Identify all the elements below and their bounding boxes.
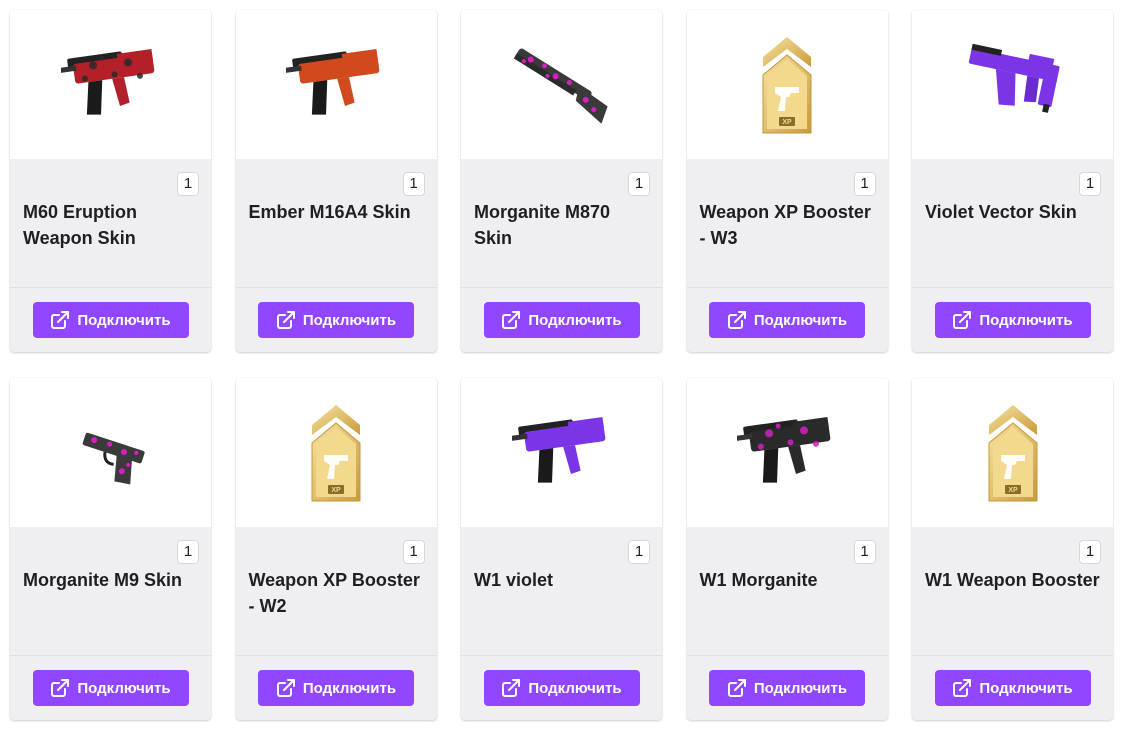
card-body: 1 M60 Eruption Weapon Skin: [10, 159, 211, 288]
card-body: 1 Morganite M9 Skin: [10, 527, 211, 656]
card-footer: Подключить: [10, 656, 211, 720]
drop-card: 1 M60 Eruption Weapon Skin Подключить: [10, 10, 211, 352]
xp-booster-badge-image: XP: [235, 378, 437, 527]
card-footer: Подключить: [236, 288, 437, 352]
quantity-badge: 1: [628, 172, 650, 196]
connect-button[interactable]: Подключить: [483, 670, 640, 706]
connect-button-label: Подключить: [979, 311, 1073, 329]
connect-button[interactable]: Подключить: [32, 670, 189, 706]
connect-button[interactable]: Подключить: [709, 302, 865, 338]
card-footer: Подключить: [461, 288, 662, 352]
item-title: W1 Morganite: [699, 570, 818, 590]
card-footer: Подключить: [912, 656, 1113, 720]
connect-button[interactable]: Подключить: [934, 670, 1091, 706]
xp-booster-badge-image: XP: [686, 10, 888, 159]
external-link-icon: [276, 310, 296, 330]
card-body: 1 Morganite M870 Skin: [461, 159, 662, 288]
svg-text:XP: XP: [1008, 487, 1018, 494]
card-body: 1 Weapon XP Booster - W3: [686, 159, 888, 288]
card-footer: Подключить: [236, 656, 437, 720]
external-link-icon: [501, 310, 521, 330]
quantity-badge: 1: [402, 172, 425, 196]
item-title: W1 Weapon Booster: [925, 570, 1100, 590]
card-body: 1 Ember M16A4 Skin: [235, 159, 437, 288]
svg-text:XP: XP: [331, 487, 341, 494]
rifle-violet-image: [461, 378, 662, 527]
xp-booster-badge-image: XP: [912, 378, 1113, 527]
card-footer: Подключить: [687, 288, 888, 352]
external-link-icon: [727, 310, 747, 330]
connect-button[interactable]: Подключить: [934, 302, 1091, 338]
item-title: Morganite M9 Skin: [23, 570, 183, 590]
item-title: Morganite M870 Skin: [474, 202, 611, 248]
quantity-badge: 1: [1079, 540, 1101, 564]
card-body: 1 Weapon XP Booster - W2: [235, 527, 437, 656]
rifle-orange-image: [235, 10, 437, 159]
shotgun-pink-camo-image: [461, 10, 662, 159]
drop-card: 1 W1 Morganite Подключить: [686, 378, 888, 720]
card-body: 1 W1 Morganite: [686, 527, 888, 656]
quantity-badge: 1: [402, 540, 425, 564]
drop-card: 1 Morganite M9 Skin Подключить: [10, 378, 211, 720]
card-footer: Подключить: [461, 656, 662, 720]
connect-button-label: Подключить: [528, 311, 622, 329]
quantity-badge: 1: [853, 540, 876, 564]
quantity-badge: 1: [628, 540, 650, 564]
rifle-pink-camo-image: [686, 378, 888, 527]
card-footer: Подключить: [687, 656, 888, 720]
drop-card: 1 Morganite M870 Skin Подключить: [461, 10, 662, 352]
external-link-icon: [727, 678, 747, 698]
external-link-icon: [952, 310, 972, 330]
connect-button-label: Подключить: [77, 679, 171, 697]
item-title: M60 Eruption Weapon Skin: [23, 202, 138, 248]
connect-button-label: Подключить: [753, 311, 848, 329]
item-title: W1 violet: [474, 570, 554, 590]
drop-card: XP 1 W1 Weapon Booster Подключить: [912, 378, 1113, 720]
connect-button-label: Подключить: [753, 679, 848, 697]
svg-text:XP: XP: [782, 119, 792, 126]
item-title: Violet Vector Skin: [925, 202, 1077, 222]
connect-button[interactable]: Подключить: [709, 670, 865, 706]
drop-card: XP 1 Weapon XP Booster - W3 Подключить: [686, 10, 888, 352]
external-link-icon: [952, 678, 972, 698]
connect-button-label: Подключить: [528, 679, 622, 697]
connect-button-label: Подключить: [302, 679, 397, 697]
external-link-icon: [50, 310, 70, 330]
rifle-red-camo-image: [10, 10, 211, 159]
pistol-pink-camo-image: [10, 378, 211, 527]
connect-button[interactable]: Подключить: [32, 302, 189, 338]
connect-button-label: Подключить: [302, 311, 397, 329]
connect-button[interactable]: Подключить: [483, 302, 640, 338]
drops-grid: 1 M60 Eruption Weapon Skin Подключить 1 …: [10, 10, 1113, 720]
card-footer: Подключить: [10, 288, 211, 352]
item-title: Ember M16A4 Skin: [248, 202, 411, 222]
connect-button-label: Подключить: [979, 679, 1073, 697]
connect-button[interactable]: Подключить: [258, 302, 414, 338]
drop-card: 1 Violet Vector Skin Подключить: [912, 10, 1113, 352]
drop-card: 1 Ember M16A4 Skin Подключить: [235, 10, 437, 352]
quantity-badge: 1: [1079, 172, 1101, 196]
quantity-badge: 1: [177, 172, 199, 196]
card-body: 1 W1 Weapon Booster: [912, 527, 1113, 656]
drop-card: 1 W1 violet Подключить: [461, 378, 662, 720]
card-body: 1 W1 violet: [461, 527, 662, 656]
connect-button-label: Подключить: [77, 311, 171, 329]
connect-button[interactable]: Подключить: [258, 670, 414, 706]
quantity-badge: 1: [177, 540, 199, 564]
card-body: 1 Violet Vector Skin: [912, 159, 1113, 288]
card-footer: Подключить: [912, 288, 1113, 352]
drop-card: XP 1 Weapon XP Booster - W2 Подключить: [235, 378, 437, 720]
quantity-badge: 1: [853, 172, 876, 196]
external-link-icon: [276, 678, 296, 698]
item-title: Weapon XP Booster - W3: [699, 202, 871, 248]
external-link-icon: [50, 678, 70, 698]
smg-violet-image: [912, 10, 1113, 159]
item-title: Weapon XP Booster - W2: [248, 570, 420, 616]
external-link-icon: [501, 678, 521, 698]
